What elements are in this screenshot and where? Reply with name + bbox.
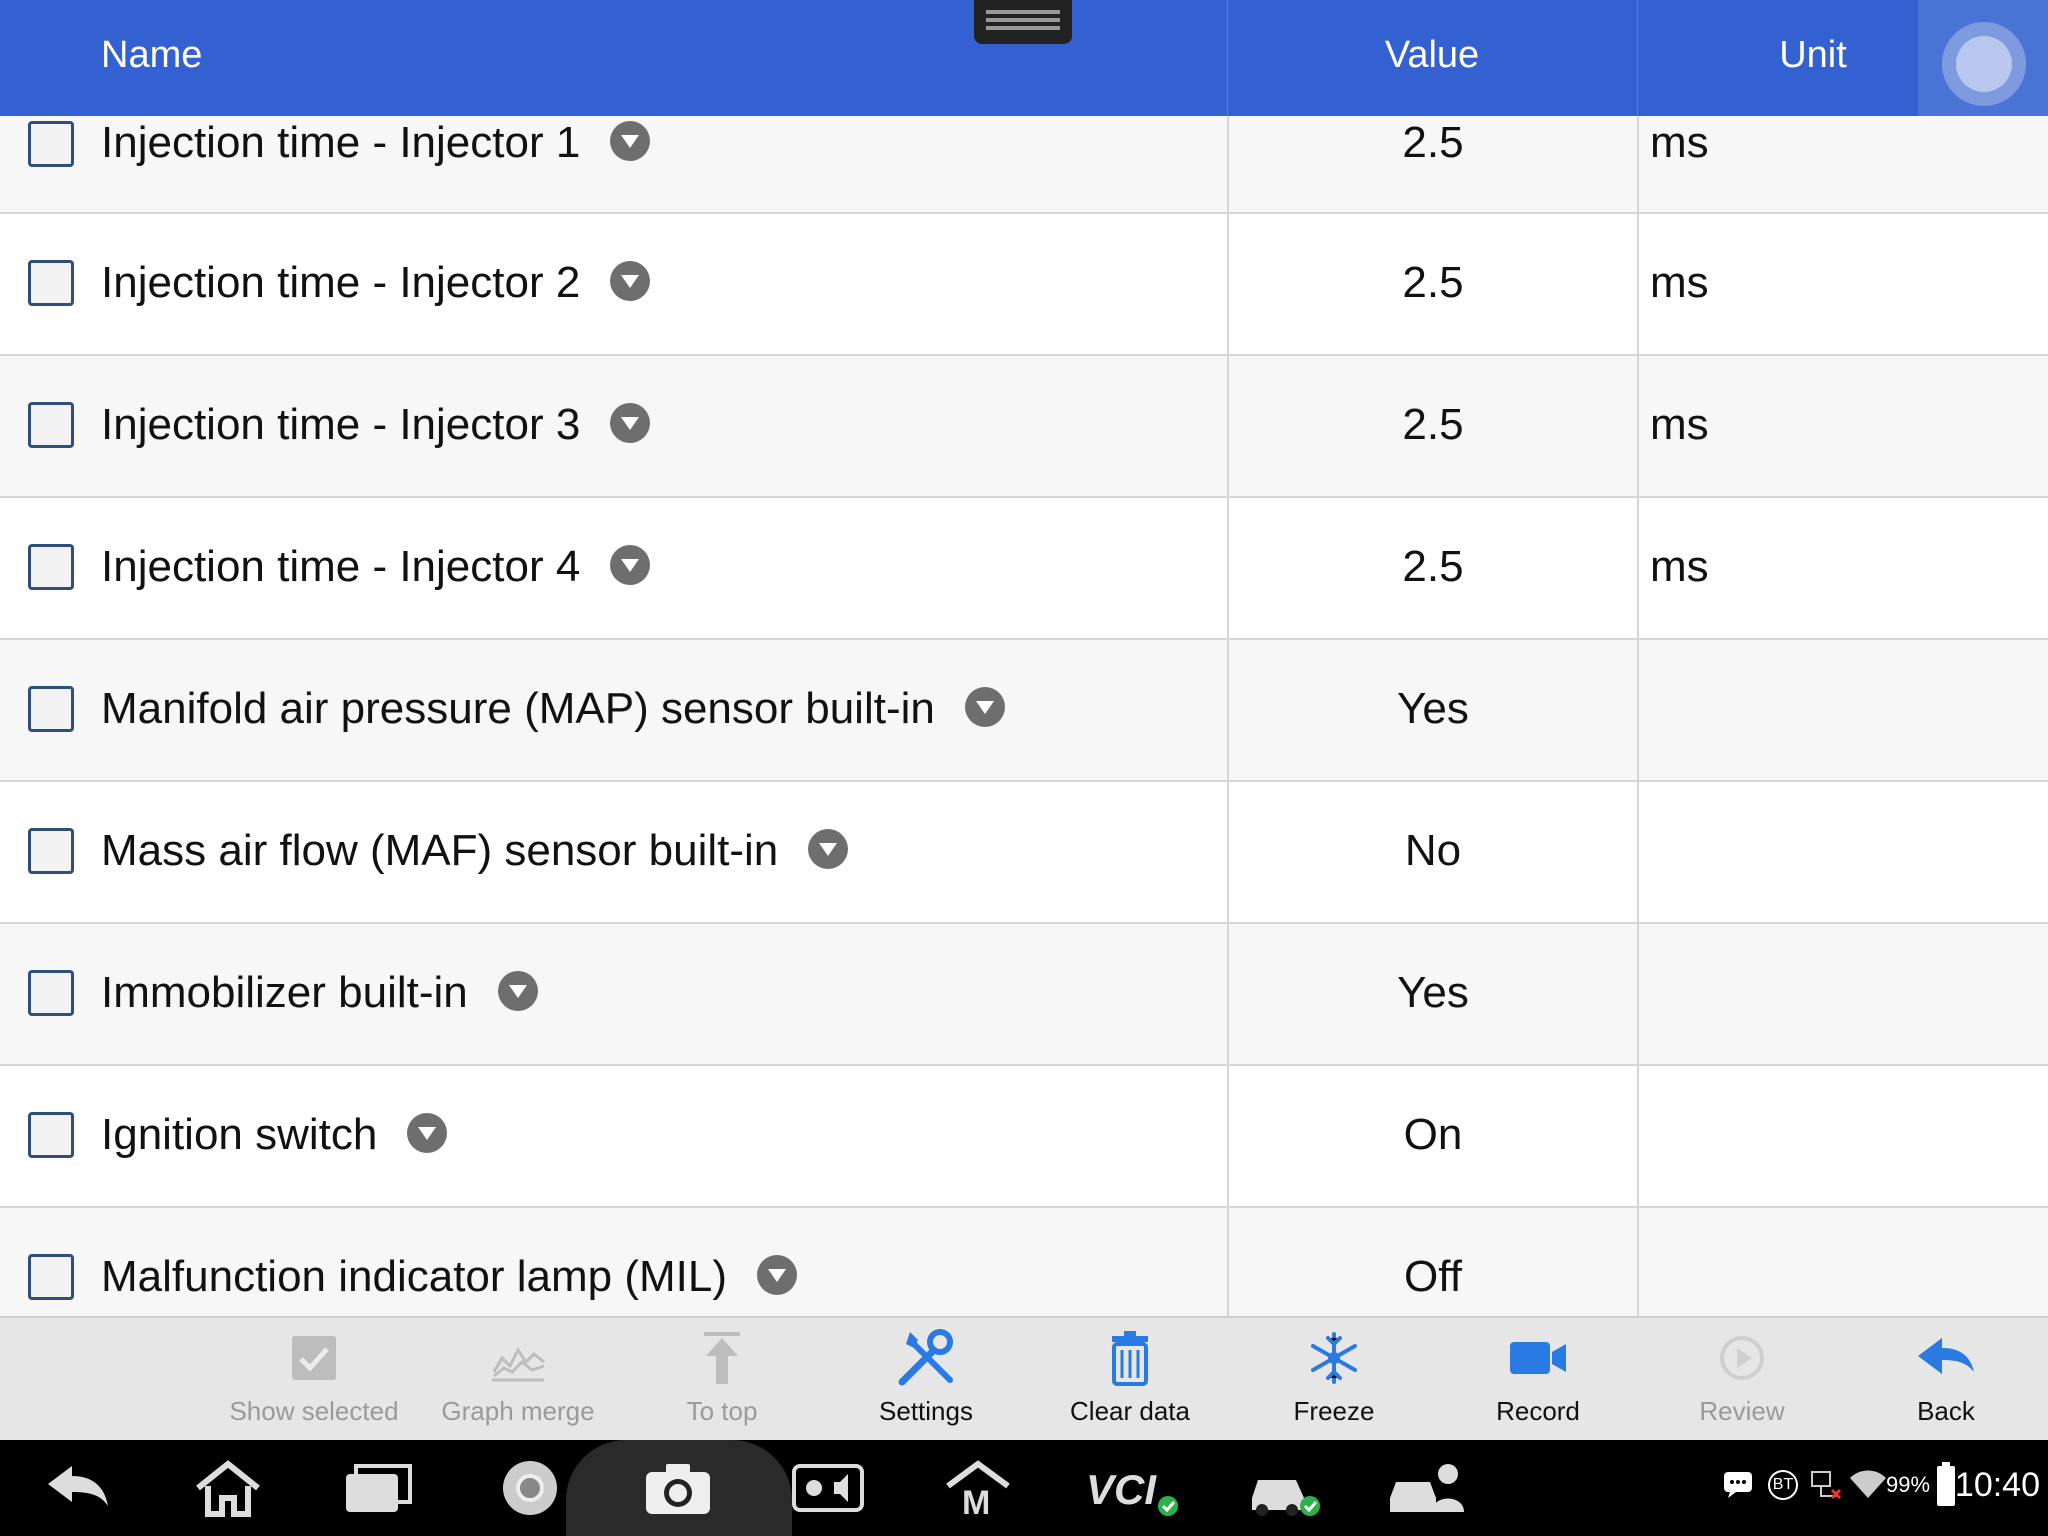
settings-button[interactable]: Settings — [826, 1318, 1026, 1442]
checkbox-icon — [292, 1336, 336, 1380]
chrome-icon[interactable] — [494, 1458, 566, 1518]
row-checkbox[interactable] — [28, 1254, 74, 1300]
freeze-button[interactable]: Freeze — [1234, 1318, 1434, 1442]
row-checkbox[interactable] — [28, 402, 74, 448]
to-top-button[interactable]: To top — [622, 1318, 822, 1442]
row-value: Yes — [1397, 684, 1469, 733]
recent-apps-icon[interactable] — [342, 1458, 414, 1518]
back-button[interactable]: Back — [1846, 1318, 2046, 1442]
row-unit: ms — [1650, 118, 1709, 167]
snowflake-icon — [1311, 1332, 1357, 1384]
dropdown-arrow-icon[interactable] — [964, 687, 1005, 728]
graph-merge-button[interactable]: Graph merge — [418, 1318, 618, 1442]
dropdown-arrow-icon[interactable] — [610, 261, 651, 302]
vci-icon[interactable]: VCI — [1084, 1458, 1184, 1518]
row-value: 2.5 — [1402, 118, 1464, 167]
assistive-ring-icon — [1942, 22, 2026, 106]
network-disconnected-icon — [1811, 1471, 1842, 1500]
tools-icon — [898, 1329, 953, 1386]
row-name: Injection time - Injector 4 — [101, 542, 581, 591]
row-unit: ms — [1650, 258, 1709, 307]
row-name: Ignition switch — [101, 1110, 378, 1159]
row-name: Injection time - Injector 1 — [101, 118, 581, 167]
battery-percent: 99% — [1886, 1472, 1931, 1497]
row-value: On — [1403, 1110, 1463, 1159]
row-name: Injection time - Injector 3 — [101, 400, 581, 449]
table-row[interactable]: Malfunction indicator lamp (MIL) Off — [0, 1208, 2048, 1316]
car-icon[interactable] — [1246, 1458, 1326, 1518]
table-row[interactable]: Mass air flow (MAF) sensor built-in No — [0, 782, 2048, 924]
table-row[interactable]: Immobilizer built-in Yes — [0, 924, 2048, 1066]
row-checkbox[interactable] — [28, 260, 74, 306]
video-camera-icon — [1510, 1342, 1566, 1374]
bottom-toolbar: Show selected Graph merge To top Setting… — [0, 1316, 2048, 1440]
dropdown-arrow-icon[interactable] — [610, 403, 651, 444]
row-unit: ms — [1650, 400, 1709, 449]
dropdown-arrow-icon[interactable] — [610, 545, 651, 586]
row-unit: ms — [1650, 542, 1709, 591]
row-checkbox[interactable] — [28, 828, 74, 874]
chat-notification-icon — [1724, 1472, 1752, 1498]
dropdown-arrow-icon[interactable] — [808, 829, 849, 870]
arrow-up-icon — [704, 1332, 740, 1384]
battery-icon — [1937, 1462, 1955, 1506]
car-user-icon[interactable] — [1386, 1458, 1470, 1518]
row-name: Malfunction indicator lamp (MIL) — [101, 1252, 728, 1301]
record-button[interactable]: Record — [1438, 1318, 1638, 1442]
table-row[interactable]: Manifold air pressure (MAP) sensor built… — [0, 640, 2048, 782]
play-circle-icon — [1720, 1336, 1764, 1380]
live-data-table[interactable]: Injection time - Injector 1 2.5 ms Injec… — [0, 116, 2048, 1316]
row-value: Off — [1404, 1252, 1462, 1301]
pull-down-handle[interactable] — [974, 0, 1072, 44]
review-button[interactable]: Review — [1642, 1318, 1842, 1442]
back-icon[interactable] — [42, 1458, 114, 1518]
back-arrow-icon — [1918, 1338, 1974, 1374]
row-name: Mass air flow (MAF) sensor built-in — [101, 826, 779, 875]
row-value: 2.5 — [1402, 542, 1464, 591]
system-navigation-bar: M VCI BT 99% 10:40 — [0, 1440, 2048, 1536]
table-row[interactable]: Injection time - Injector 1 2.5 ms — [0, 116, 2048, 214]
row-value: 2.5 — [1402, 400, 1464, 449]
home-icon[interactable] — [192, 1458, 264, 1518]
bluetooth-indicator: BT — [1768, 1470, 1798, 1500]
svg-text:M: M — [962, 1484, 990, 1518]
row-name: Injection time - Injector 2 — [101, 258, 581, 307]
brightness-volume-icon[interactable] — [792, 1458, 864, 1518]
row-value: Yes — [1397, 968, 1469, 1017]
show-selected-button[interactable]: Show selected — [214, 1318, 414, 1442]
graph-icon — [492, 1347, 545, 1382]
table-row[interactable]: Ignition switch On — [0, 1066, 2048, 1208]
column-header-value: Value — [1384, 34, 1480, 76]
clock: 10:40 — [1954, 1466, 2040, 1504]
row-name: Immobilizer built-in — [101, 968, 468, 1017]
floating-assistive-button[interactable] — [1918, 0, 2048, 128]
camera-icon[interactable] — [642, 1458, 714, 1518]
dropdown-arrow-icon[interactable] — [610, 121, 651, 162]
table-row[interactable]: Injection time - Injector 4 2.5 ms — [0, 498, 2048, 640]
clear-data-button[interactable]: Clear data — [1030, 1318, 1230, 1442]
svg-text:VCI: VCI — [1086, 1466, 1157, 1513]
table-row[interactable]: Injection time - Injector 2 2.5 ms — [0, 214, 2048, 356]
column-header-name: Name — [101, 34, 203, 76]
trash-icon — [1112, 1331, 1148, 1386]
dropdown-arrow-icon[interactable] — [757, 1255, 798, 1296]
row-checkbox[interactable] — [28, 686, 74, 732]
row-name: Manifold air pressure (MAP) sensor built… — [101, 684, 935, 733]
m-icon[interactable]: M — [942, 1458, 1014, 1518]
row-checkbox[interactable] — [28, 544, 74, 590]
row-checkbox[interactable] — [28, 1112, 74, 1158]
wifi-icon — [1850, 1470, 1886, 1498]
row-value: No — [1404, 826, 1462, 875]
dropdown-arrow-icon[interactable] — [497, 971, 538, 1012]
row-checkbox[interactable] — [28, 970, 74, 1016]
row-value: 2.5 — [1402, 258, 1464, 307]
table-row[interactable]: Injection time - Injector 3 2.5 ms — [0, 356, 2048, 498]
dropdown-arrow-icon[interactable] — [407, 1113, 448, 1154]
row-checkbox[interactable] — [28, 121, 74, 167]
